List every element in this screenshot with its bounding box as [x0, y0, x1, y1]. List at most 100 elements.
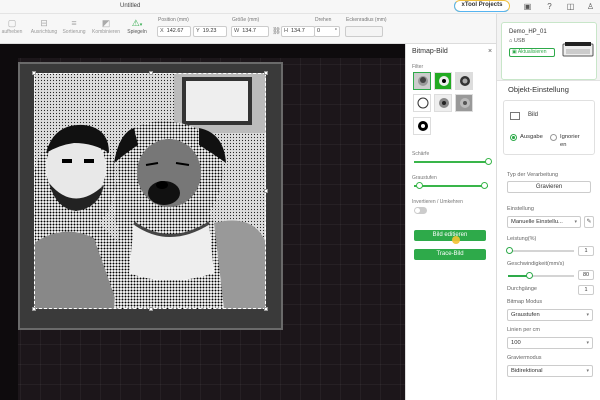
height-field[interactable]: H 134.7: [281, 26, 315, 37]
resize-handle-n[interactable]: [149, 71, 153, 75]
cube-icon[interactable]: ▣: [523, 2, 532, 11]
image-icon: [510, 112, 520, 120]
ungroup-tool[interactable]: ▢ aufheben: [0, 17, 24, 41]
width-field[interactable]: W 134.7: [231, 26, 269, 37]
align-icon: ⊟: [40, 18, 48, 28]
passes-label: Durchgänge: [507, 286, 537, 292]
filter-thumb-2[interactable]: [434, 72, 452, 90]
object-card[interactable]: Bild Ausgabe Ignorier en: [503, 100, 595, 155]
mirror-tool[interactable]: ⚠▾ Spiegeln: [125, 17, 149, 41]
chevron-down-icon: ▾: [586, 340, 589, 346]
resize-handle-se[interactable]: [264, 307, 268, 311]
w-value: 134.7: [242, 28, 256, 34]
position-x-field[interactable]: X 142.67: [157, 26, 191, 37]
filter-thumb-7[interactable]: [413, 117, 431, 135]
baby-icon: [414, 73, 430, 89]
title-bar: [0, 0, 600, 14]
sharpness-knob[interactable]: [485, 158, 492, 165]
filter-thumb-3[interactable]: [455, 72, 473, 90]
right-sidebar: Demo_HP_01 ⌂ USB ▣ Aktualisieren Objekt-…: [496, 14, 600, 400]
ungroup-label: aufheben: [1, 29, 23, 35]
speed-fill: [508, 275, 528, 277]
resize-handle-e[interactable]: [264, 189, 268, 193]
bitmap-mode-label: Bitmap Modus: [507, 299, 542, 305]
corner-radius-field[interactable]: [345, 26, 383, 37]
lines-per-cm-value: 100: [511, 340, 521, 346]
speed-label: Geschwindigkeit(mm/s): [507, 261, 565, 267]
y-value: 19.23: [202, 28, 217, 34]
mirror-icon: ⚠▾: [131, 18, 143, 28]
grayscale-high-knob[interactable]: [481, 182, 488, 189]
resize-handle-ne[interactable]: [264, 71, 268, 75]
close-icon[interactable]: ×: [488, 48, 492, 55]
process-type-label: Typ der Verarbeitung: [507, 172, 559, 178]
power-slider[interactable]: [506, 247, 574, 254]
update-button[interactable]: ▣ Aktualisieren: [509, 48, 555, 57]
resize-handle-sw[interactable]: [32, 307, 36, 311]
baby-icon: [456, 73, 472, 89]
baby-icon: [435, 95, 451, 111]
user-icon[interactable]: ♙: [586, 2, 595, 11]
speed-knob[interactable]: [526, 272, 533, 279]
invert-label: Invertieren / Umkehren: [412, 199, 463, 205]
grayscale-low-knob[interactable]: [416, 182, 423, 189]
speed-slider[interactable]: [508, 272, 574, 279]
usb-label: USB: [513, 38, 526, 44]
sharpness-slider[interactable]: [414, 158, 492, 165]
lines-per-cm-label: Linien per cm: [507, 327, 541, 333]
size-label: Größe (mm): [232, 17, 260, 23]
rotate-label: Drehen: [315, 17, 332, 23]
trace-image-button[interactable]: Trace-Bild: [414, 249, 486, 260]
filter-thumb-1[interactable]: [413, 72, 431, 90]
material-settings-button[interactable]: ✎: [584, 216, 594, 228]
xtool-projects-button[interactable]: xTool Projects: [454, 0, 510, 12]
power-input[interactable]: 1: [578, 246, 594, 256]
position-y-field[interactable]: Y 19.23: [193, 26, 227, 37]
filter-thumb-5[interactable]: [434, 94, 452, 112]
bitmap-mode-select[interactable]: Graustufen ▾: [507, 309, 593, 321]
degree-unit: °: [334, 28, 337, 34]
output-radio[interactable]: [510, 134, 517, 141]
setting-value: Manuelle Einstellu...: [511, 219, 563, 225]
combine-label: Kombinieren: [92, 29, 121, 35]
lines-per-cm-select[interactable]: 100 ▾: [507, 337, 593, 349]
top-ruler: [0, 44, 405, 58]
resize-handle-s[interactable]: [149, 307, 153, 311]
ignore-radio[interactable]: [550, 134, 557, 141]
box-icon[interactable]: ◫: [566, 2, 575, 11]
grayscale-slider[interactable]: [414, 182, 488, 189]
power-knob[interactable]: [506, 247, 513, 254]
corner-radius-label: Eckenradius (mm): [346, 17, 387, 23]
combine-icon: ◩: [101, 18, 111, 28]
engrave-button[interactable]: Gravieren: [507, 181, 591, 193]
sort-tool[interactable]: ≡ Sortierung: [62, 17, 86, 41]
resize-handle-nw[interactable]: [32, 71, 36, 75]
passes-input[interactable]: 1: [578, 285, 594, 295]
lock-icon[interactable]: ⛓: [272, 26, 281, 37]
invert-toggle[interactable]: [414, 207, 427, 214]
help-icon[interactable]: ?: [545, 2, 554, 11]
engrave-mode-label: Graviermodus: [507, 355, 542, 361]
combine-tool[interactable]: ◩ Kombinieren: [92, 17, 120, 41]
speed-input[interactable]: 80: [578, 270, 594, 280]
y-key: Y: [196, 28, 200, 34]
align-tool[interactable]: ⊟ Ausrichtung: [30, 17, 58, 41]
edit-image-button[interactable]: Bild editieren: [414, 230, 486, 241]
setting-select[interactable]: Manuelle Einstellu... ▾: [507, 216, 581, 228]
bitmap-panel: Bitmap-Bild × Filter Schärfe Graustufen …: [405, 44, 496, 400]
position-label: Position (mm): [158, 17, 189, 23]
rotate-field[interactable]: 0 °: [314, 26, 340, 37]
object-settings-title: Objekt-Einstellung: [508, 85, 569, 94]
device-card[interactable]: Demo_HP_01 ⌂ USB ▣ Aktualisieren: [501, 22, 597, 80]
usb-status: ⌂ USB: [509, 38, 525, 44]
w-key: W: [234, 28, 240, 34]
filter-thumb-4[interactable]: [413, 94, 431, 112]
app-title: Untitled: [120, 3, 141, 9]
output-label: Ausgabe: [520, 134, 543, 140]
bitmap-panel-title: Bitmap-Bild: [412, 48, 448, 55]
filter-thumb-6[interactable]: [455, 94, 473, 112]
h-key: H: [284, 28, 288, 34]
engrave-mode-select[interactable]: Bidirektional ▾: [507, 365, 593, 377]
sort-icon: ≡: [71, 18, 77, 28]
align-label: Ausrichtung: [30, 29, 58, 35]
